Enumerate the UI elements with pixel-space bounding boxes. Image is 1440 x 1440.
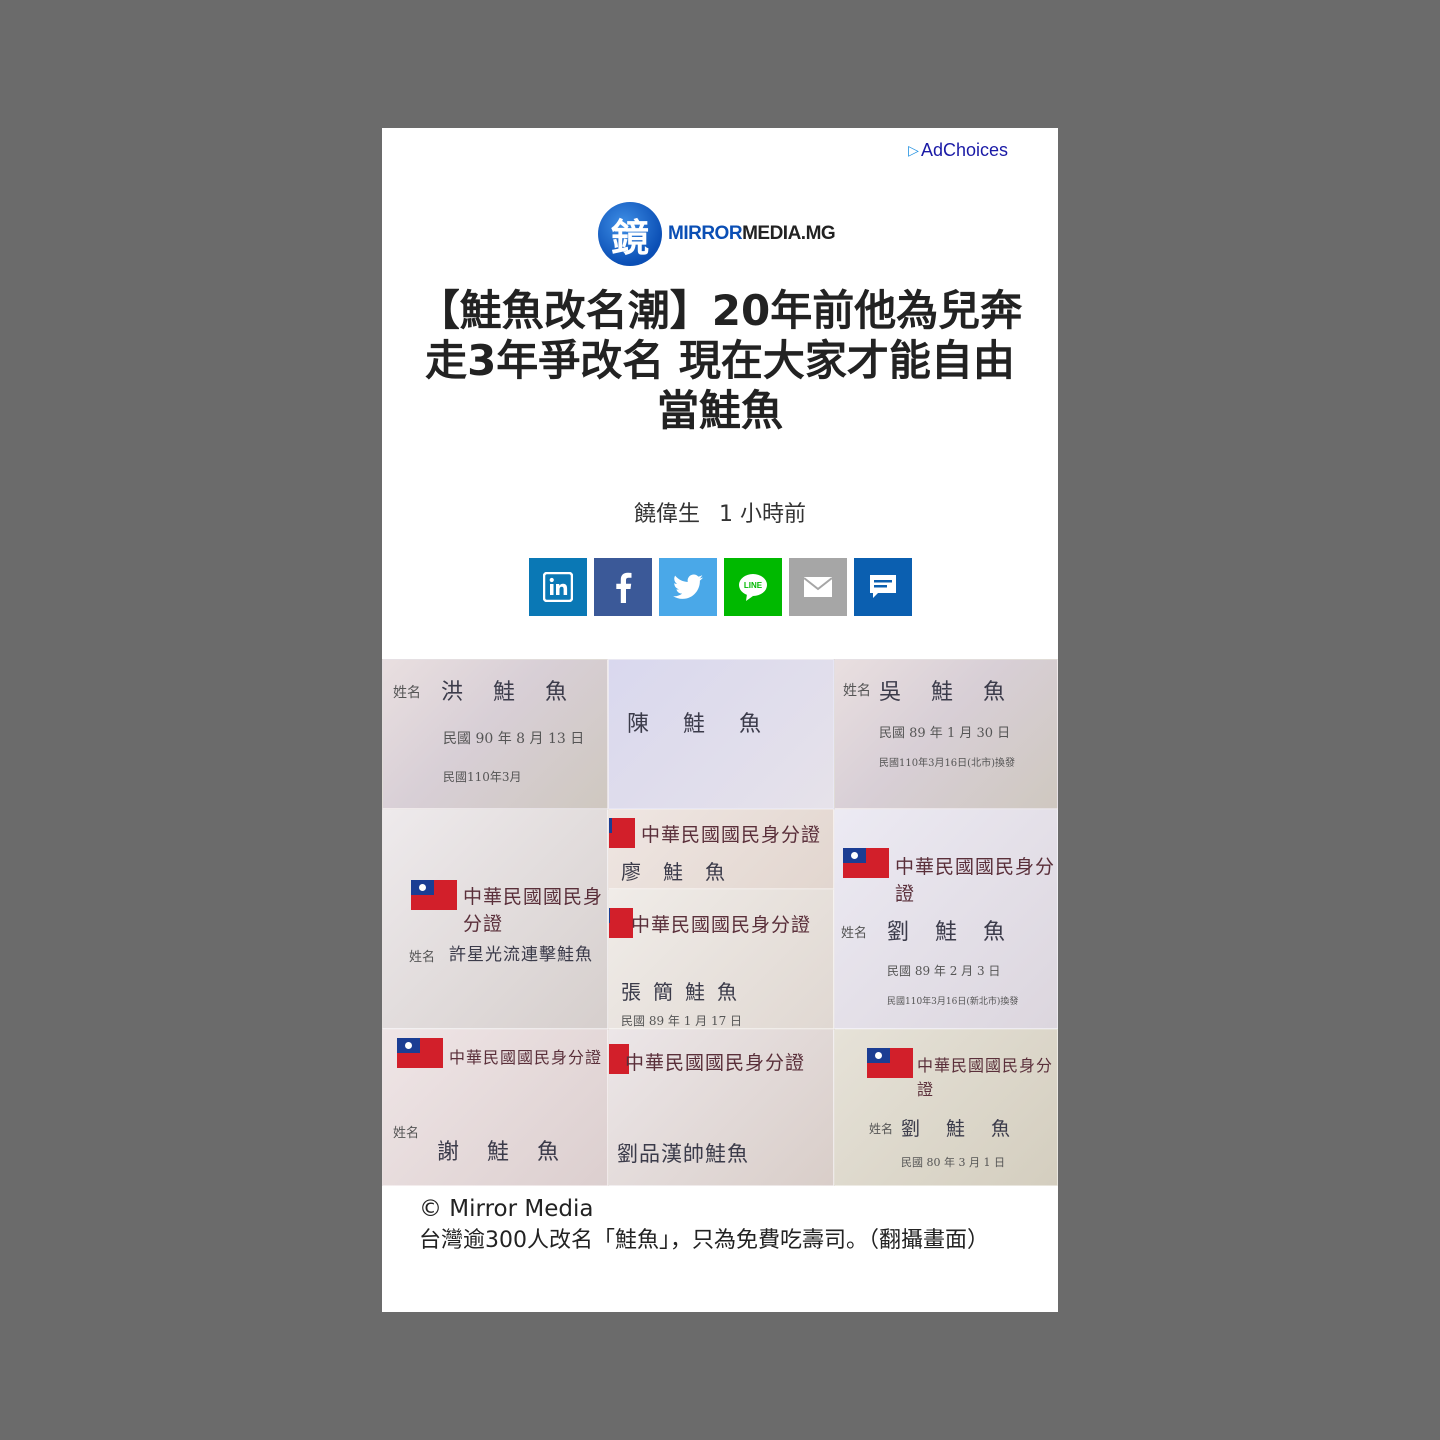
card-label: 姓名 bbox=[841, 926, 868, 941]
id-card-photo: 中華民國國民身分證 廖鮭魚 bbox=[608, 809, 834, 889]
adchoices-link[interactable]: ▷ AdChoices bbox=[908, 140, 1008, 161]
line-icon: LINE bbox=[739, 574, 767, 601]
id-card-photo: 姓名 吳鮭魚 民國 89 年 1 月 30 日 民國110年3月16日(北市)換… bbox=[834, 659, 1058, 809]
logo-wordmark: MIRRORMEDIA.MG bbox=[668, 223, 836, 245]
linkedin-share-button[interactable] bbox=[529, 558, 587, 616]
card-name: 劉鮭魚 bbox=[901, 1118, 1037, 1140]
twitter-icon bbox=[673, 574, 703, 599]
card-label: 姓名 bbox=[843, 683, 871, 699]
card-name: 劉品漢帥鮭魚 bbox=[617, 1142, 749, 1166]
comment-button[interactable] bbox=[854, 558, 912, 616]
caption-text: 台灣逾300人改名「鮭魚」，只為免費吃壽司。（翻攝畫面） bbox=[419, 1228, 989, 1253]
id-card-photo: 中華民國國民身分證 姓名 劉鮭魚 民國 89 年 2 月 3 日 民國110年3… bbox=[834, 809, 1058, 1029]
card-name: 陳鮭魚 bbox=[627, 712, 796, 737]
card-name: 廖鮭魚 bbox=[621, 860, 747, 884]
share-bar: LINE bbox=[529, 558, 912, 616]
id-card-photo: 中華民國國民身分證 姓名 謝鮭魚 bbox=[382, 1029, 608, 1186]
card-header: 中華民國國民身分證 bbox=[631, 914, 812, 936]
card-header: 中華民國國民身分證 bbox=[463, 886, 604, 935]
card-birthdate: 民國 80 年 3 月 1 日 bbox=[901, 1156, 1005, 1169]
taiwan-flag-icon bbox=[411, 880, 457, 910]
card-header: 中華民國國民身分證 bbox=[641, 824, 822, 846]
card-name: 張簡鮭魚 bbox=[621, 980, 749, 1004]
email-share-button[interactable] bbox=[789, 558, 847, 616]
article-card: ▷ AdChoices 鏡 MIRRORMEDIA.MG 【鮭魚改名潮】20年前… bbox=[382, 128, 1058, 1312]
card-name: 劉鮭魚 bbox=[887, 920, 1032, 945]
mirror-media-logo[interactable]: 鏡 MIRRORMEDIA.MG bbox=[598, 202, 836, 266]
id-card-photo: 中華民國國民身分證 劉品漢帥鮭魚 bbox=[608, 1029, 834, 1186]
author-name[interactable]: 饒偉生 bbox=[634, 502, 700, 527]
card-label: 姓名 bbox=[869, 1122, 894, 1136]
publish-time: 1 小時前 bbox=[719, 502, 806, 527]
adchoices-icon: ▷ bbox=[908, 142, 919, 158]
photo-credit: © Mirror Media bbox=[419, 1196, 594, 1222]
card-header: 中華民國國民身分證 bbox=[917, 1056, 1054, 1099]
card-header: 中華民國國民身分證 bbox=[449, 1048, 603, 1067]
card-name: 許星光流連擊鮭魚 bbox=[449, 945, 593, 965]
card-header: 中華民國國民身分證 bbox=[895, 856, 1056, 905]
id-card-photo: 陳鮭魚 bbox=[608, 659, 834, 809]
facebook-icon bbox=[616, 572, 632, 603]
id-card-photo: 姓名 洪鮭魚 民國 90 年 8 月 13 日 民國110年3月 bbox=[382, 659, 608, 809]
card-birthdate: 民國 89 年 1 月 17 日 bbox=[621, 1014, 743, 1028]
card-label: 姓名 bbox=[393, 1126, 420, 1141]
card-name: 吳鮭魚 bbox=[879, 680, 1036, 705]
card-header: 中華民國國民身分證 bbox=[625, 1052, 806, 1074]
card-issued: 民國110年3月 bbox=[443, 770, 522, 784]
card-name: 洪鮭魚 bbox=[441, 680, 598, 705]
card-name: 謝鮭魚 bbox=[437, 1140, 588, 1165]
line-icon-text: LINE bbox=[744, 581, 763, 590]
id-card-photo: 中華民國國民身分證 姓名 劉鮭魚 民國 80 年 3 月 1 日 bbox=[834, 1029, 1058, 1186]
line-share-button[interactable]: LINE bbox=[724, 558, 782, 616]
taiwan-flag-icon bbox=[609, 818, 635, 848]
card-birthdate: 民國 89 年 1 月 30 日 bbox=[879, 726, 1011, 741]
card-issued: 民國110年3月16日(北市)換發 bbox=[879, 758, 1015, 769]
taiwan-flag-icon bbox=[397, 1038, 443, 1068]
card-label: 姓名 bbox=[409, 950, 436, 965]
article-photo-id-cards[interactable]: 姓名 洪鮭魚 民國 90 年 8 月 13 日 民國110年3月 陳鮭魚 姓名 … bbox=[382, 659, 1058, 1186]
card-birthdate: 民國 90 年 8 月 13 日 bbox=[443, 731, 585, 747]
card-issued: 民國110年3月16日(新北市)換發 bbox=[887, 997, 1019, 1007]
photo-caption: © Mirror Media 台灣逾300人改名「鮭魚」，只為免費吃壽司。（翻攝… bbox=[419, 1194, 1008, 1256]
taiwan-flag-icon bbox=[843, 848, 889, 878]
card-label: 姓名 bbox=[393, 685, 421, 701]
taiwan-flag-icon bbox=[867, 1048, 913, 1078]
mirror-logo-icon: 鏡 bbox=[598, 202, 662, 266]
linkedin-icon bbox=[543, 572, 573, 602]
byline: 饒偉生 1 小時前 bbox=[382, 496, 1058, 528]
taiwan-flag-icon bbox=[609, 908, 633, 938]
mail-icon bbox=[803, 577, 833, 597]
id-card-photo: 中華民國國民身分證 姓名 許星光流連擊鮭魚 bbox=[382, 809, 608, 1029]
article-title: 【鮭魚改名潮】20年前他為兒奔走3年爭改名 現在大家才能自由當鮭魚 bbox=[417, 286, 1023, 435]
facebook-share-button[interactable] bbox=[594, 558, 652, 616]
logo-word-mirror: MIRROR bbox=[668, 223, 743, 244]
comment-icon bbox=[870, 575, 896, 598]
id-card-photo: 中華民國國民身分證 張簡鮭魚 民國 89 年 1 月 17 日 bbox=[608, 889, 834, 1029]
twitter-share-button[interactable] bbox=[659, 558, 717, 616]
adchoices-label: AdChoices bbox=[920, 140, 1008, 160]
logo-word-media: MEDIA.MG bbox=[742, 223, 836, 244]
card-birthdate: 民國 89 年 2 月 3 日 bbox=[887, 964, 1001, 978]
